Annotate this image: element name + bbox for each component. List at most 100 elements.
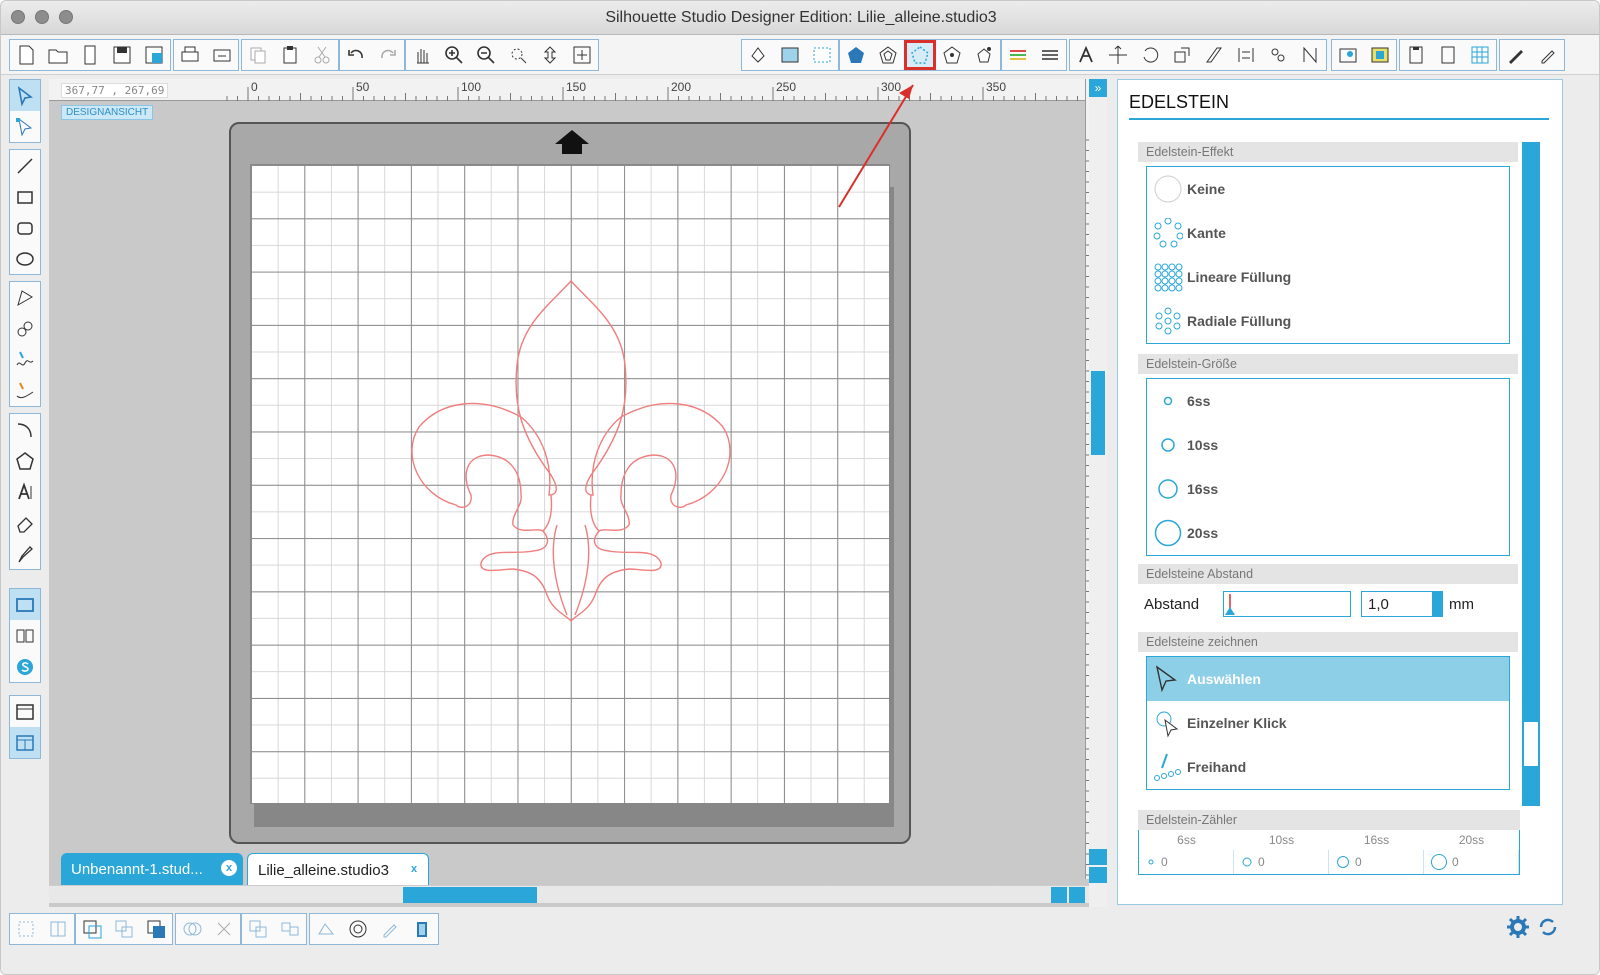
trace-quick-button[interactable] bbox=[374, 914, 406, 944]
line-tool[interactable] bbox=[10, 150, 40, 181]
horizontal-scroll-thumb[interactable] bbox=[403, 887, 537, 903]
store-button[interactable] bbox=[1332, 40, 1364, 70]
regular-polygon-tool[interactable] bbox=[10, 445, 40, 476]
release-compound-button[interactable] bbox=[108, 914, 140, 944]
scroll-right-button[interactable] bbox=[1069, 887, 1085, 903]
knife-tool[interactable] bbox=[10, 538, 40, 569]
save-to-library-button[interactable] bbox=[138, 40, 170, 70]
canvas-horizontal-scrollbar[interactable] bbox=[49, 885, 1089, 903]
design-canvas[interactable]: 0 50 100 150 200 250 300 350 367,77 , 267,69 DE… bbox=[49, 79, 1107, 907]
scroll-left-button[interactable] bbox=[1051, 887, 1067, 903]
effect-linear-fill-option[interactable]: Lineare Füllung bbox=[1147, 255, 1509, 299]
rounded-rectangle-tool[interactable] bbox=[10, 212, 40, 243]
smooth-freehand-tool[interactable] bbox=[10, 375, 40, 406]
design-page[interactable] bbox=[250, 164, 890, 804]
duplicate-button[interactable] bbox=[242, 914, 274, 944]
align-button[interactable] bbox=[1230, 40, 1262, 70]
cut-button[interactable] bbox=[306, 40, 338, 70]
edit-points-tool[interactable] bbox=[10, 111, 40, 142]
scroll-down-button[interactable] bbox=[1089, 867, 1107, 883]
page-setup-button[interactable] bbox=[1400, 40, 1432, 70]
new-document-button[interactable] bbox=[10, 40, 42, 70]
open-button[interactable] bbox=[42, 40, 74, 70]
shear-button[interactable] bbox=[1198, 40, 1230, 70]
draw-select-option[interactable]: Auswählen bbox=[1147, 657, 1509, 701]
arc-tool[interactable] bbox=[10, 414, 40, 445]
compound-path-button[interactable] bbox=[76, 914, 108, 944]
size-6ss-option[interactable]: 6ss bbox=[1147, 379, 1509, 423]
library-view-button[interactable] bbox=[1364, 40, 1396, 70]
offset-quick-button[interactable] bbox=[342, 914, 374, 944]
panel-scroll-thumb[interactable] bbox=[1524, 722, 1538, 766]
fill-color-button[interactable] bbox=[742, 40, 774, 70]
rectangle-tool[interactable] bbox=[10, 181, 40, 212]
curve-tool[interactable] bbox=[10, 313, 40, 344]
send-to-cutter-button[interactable] bbox=[206, 40, 238, 70]
draw-single-click-option[interactable]: Einzelner Klick bbox=[1147, 701, 1509, 745]
effect-radial-fill-option[interactable]: Radiale Füllung bbox=[1147, 299, 1509, 343]
offset-button[interactable] bbox=[872, 40, 904, 70]
paste-button[interactable] bbox=[274, 40, 306, 70]
fill-pattern-button[interactable] bbox=[806, 40, 838, 70]
drag-zoom-button[interactable] bbox=[534, 40, 566, 70]
sketch-pen-button[interactable] bbox=[1532, 40, 1564, 70]
zoom-selection-button[interactable] bbox=[502, 40, 534, 70]
rhinestone-button[interactable] bbox=[904, 40, 936, 70]
freehand-tool[interactable] bbox=[10, 344, 40, 375]
bring-to-front-button[interactable] bbox=[140, 914, 172, 944]
draw-freehand-option[interactable]: Freihand bbox=[1147, 745, 1509, 789]
fleur-de-lis-shape[interactable] bbox=[251, 165, 891, 805]
ellipse-tool[interactable] bbox=[10, 243, 40, 274]
vertical-scroll-thumb[interactable] bbox=[1091, 371, 1105, 455]
split-view-button[interactable] bbox=[10, 727, 40, 758]
zoom-in-button[interactable] bbox=[438, 40, 470, 70]
library-panel-button[interactable] bbox=[10, 620, 40, 651]
copy-button[interactable] bbox=[242, 40, 274, 70]
save-button[interactable] bbox=[106, 40, 138, 70]
size-10ss-option[interactable]: 10ss bbox=[1147, 423, 1509, 467]
zoom-out-button[interactable] bbox=[470, 40, 502, 70]
design-view-button[interactable] bbox=[10, 589, 40, 620]
send-button[interactable] bbox=[1500, 40, 1532, 70]
silhouette-store-button[interactable] bbox=[10, 651, 40, 682]
text-tool[interactable] bbox=[10, 476, 40, 507]
panel-scrollbar[interactable] bbox=[1522, 142, 1540, 806]
line-style-button[interactable] bbox=[1034, 40, 1066, 70]
tab-lilie-alleine[interactable]: Lilie_alleine.studio3 x bbox=[247, 853, 429, 885]
slider-handle-icon[interactable] bbox=[1224, 592, 1236, 616]
shape-library-button[interactable] bbox=[310, 914, 342, 944]
rhinestone-fill-button[interactable] bbox=[840, 40, 872, 70]
group-button[interactable] bbox=[10, 914, 42, 944]
spacing-stepper[interactable] bbox=[1433, 591, 1444, 617]
text-style-button[interactable] bbox=[1070, 40, 1102, 70]
redo-button[interactable] bbox=[372, 40, 404, 70]
tab-unbenannt[interactable]: Unbenannt-1.stud... x bbox=[61, 853, 243, 885]
fit-to-page-button[interactable] bbox=[566, 40, 598, 70]
pan-button[interactable] bbox=[406, 40, 438, 70]
spacing-input[interactable] bbox=[1361, 591, 1434, 617]
weld-button[interactable] bbox=[176, 914, 208, 944]
ungroup-button[interactable] bbox=[42, 914, 74, 944]
delete-button[interactable] bbox=[208, 914, 240, 944]
scroll-up-button[interactable] bbox=[1089, 849, 1107, 865]
undo-button[interactable] bbox=[340, 40, 372, 70]
sync-button[interactable] bbox=[1536, 915, 1560, 939]
grid-settings-button[interactable] bbox=[1464, 40, 1496, 70]
cut-settings-button[interactable] bbox=[1432, 40, 1464, 70]
rotate-button[interactable] bbox=[1134, 40, 1166, 70]
mirror-button[interactable] bbox=[274, 914, 306, 944]
effect-none-option[interactable]: Keine bbox=[1147, 167, 1509, 211]
settings-button[interactable] bbox=[1506, 915, 1530, 939]
polygon-tool[interactable] bbox=[10, 282, 40, 313]
canvas-vertical-scrollbar[interactable]: » bbox=[1089, 79, 1107, 907]
scale-button[interactable] bbox=[1166, 40, 1198, 70]
replicate-button[interactable] bbox=[1262, 40, 1294, 70]
line-color-button[interactable] bbox=[1002, 40, 1034, 70]
transform-button[interactable] bbox=[1102, 40, 1134, 70]
close-tab-button[interactable]: x bbox=[406, 861, 422, 877]
trace-button[interactable] bbox=[968, 40, 1000, 70]
nest-button[interactable] bbox=[1294, 40, 1326, 70]
sketch-button[interactable] bbox=[936, 40, 968, 70]
single-view-button[interactable] bbox=[10, 696, 40, 727]
spacing-slider[interactable] bbox=[1223, 591, 1352, 617]
